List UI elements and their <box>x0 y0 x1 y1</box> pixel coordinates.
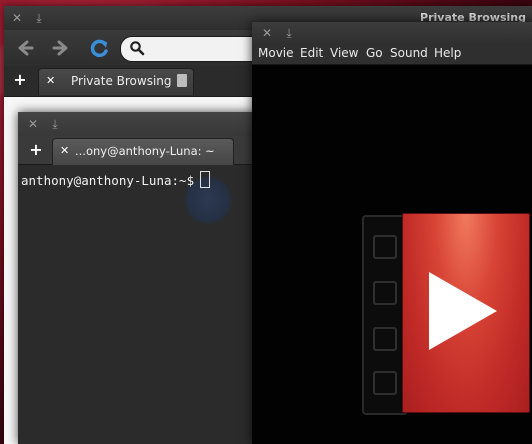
back-arrow-icon[interactable] <box>14 38 36 58</box>
terminal-window: ✕ ⤓ + ✕ ...ony@anthony-Luna: ~ anthony@a… <box>18 112 258 444</box>
page-icon <box>177 74 187 87</box>
search-icon <box>129 40 145 56</box>
video-player-window: ✕ ⤓ Movie Edit View Go Sound Help <box>252 22 532 444</box>
film-hole <box>373 235 397 259</box>
play-icon <box>402 213 530 413</box>
tab-close-icon[interactable]: ✕ <box>46 74 58 88</box>
video-area[interactable] <box>252 65 532 444</box>
menu-edit[interactable]: Edit <box>300 46 323 60</box>
tab-terminal[interactable]: ✕ ...ony@anthony-Luna: ~ <box>52 138 234 165</box>
prompt-text: anthony@anthony-Luna:~$ <box>21 173 195 188</box>
forward-arrow-icon[interactable] <box>50 38 72 58</box>
new-tab-button[interactable]: + <box>12 72 28 88</box>
terminal-prompt: anthony@anthony-Luna:~$ <box>21 171 211 188</box>
download-icon[interactable]: ⤓ <box>282 26 296 40</box>
close-icon[interactable]: ✕ <box>260 26 274 40</box>
tab-private-browsing[interactable]: ✕ Private Browsing <box>38 68 194 95</box>
tab-label: Private Browsing <box>71 74 172 88</box>
download-icon[interactable]: ⤓ <box>48 117 62 131</box>
film-hole <box>373 371 397 395</box>
new-tab-button[interactable]: + <box>28 142 44 158</box>
close-icon[interactable]: ✕ <box>26 117 40 131</box>
download-icon[interactable]: ⤓ <box>32 11 46 25</box>
video-player-titlebar: ✕ ⤓ <box>252 22 532 44</box>
desktop-background: ✕ ⤓ Private Browsing + ✕ Private Browsin… <box>0 0 532 444</box>
menu-sound[interactable]: Sound <box>390 46 428 60</box>
menu-bar: Movie Edit View Go Sound Help <box>252 44 532 65</box>
menu-movie[interactable]: Movie <box>258 46 294 60</box>
tab-label: ...ony@anthony-Luna: ~ <box>75 144 215 158</box>
terminal-tabbar: + ✕ ...ony@anthony-Luna: ~ <box>18 136 258 165</box>
reload-icon[interactable] <box>88 38 110 58</box>
terminal-titlebar: ✕ ⤓ <box>18 112 258 136</box>
play-triangle <box>429 272 497 350</box>
menu-help[interactable]: Help <box>434 46 461 60</box>
film-hole <box>373 281 397 305</box>
menu-go[interactable]: Go <box>366 46 383 60</box>
close-icon[interactable]: ✕ <box>10 11 24 25</box>
film-hole <box>373 327 397 351</box>
tab-close-icon[interactable]: ✕ <box>60 144 72 158</box>
menu-view[interactable]: View <box>330 46 358 60</box>
terminal-body[interactable]: anthony@anthony-Luna:~$ <box>18 165 258 444</box>
text-cursor <box>200 171 211 188</box>
